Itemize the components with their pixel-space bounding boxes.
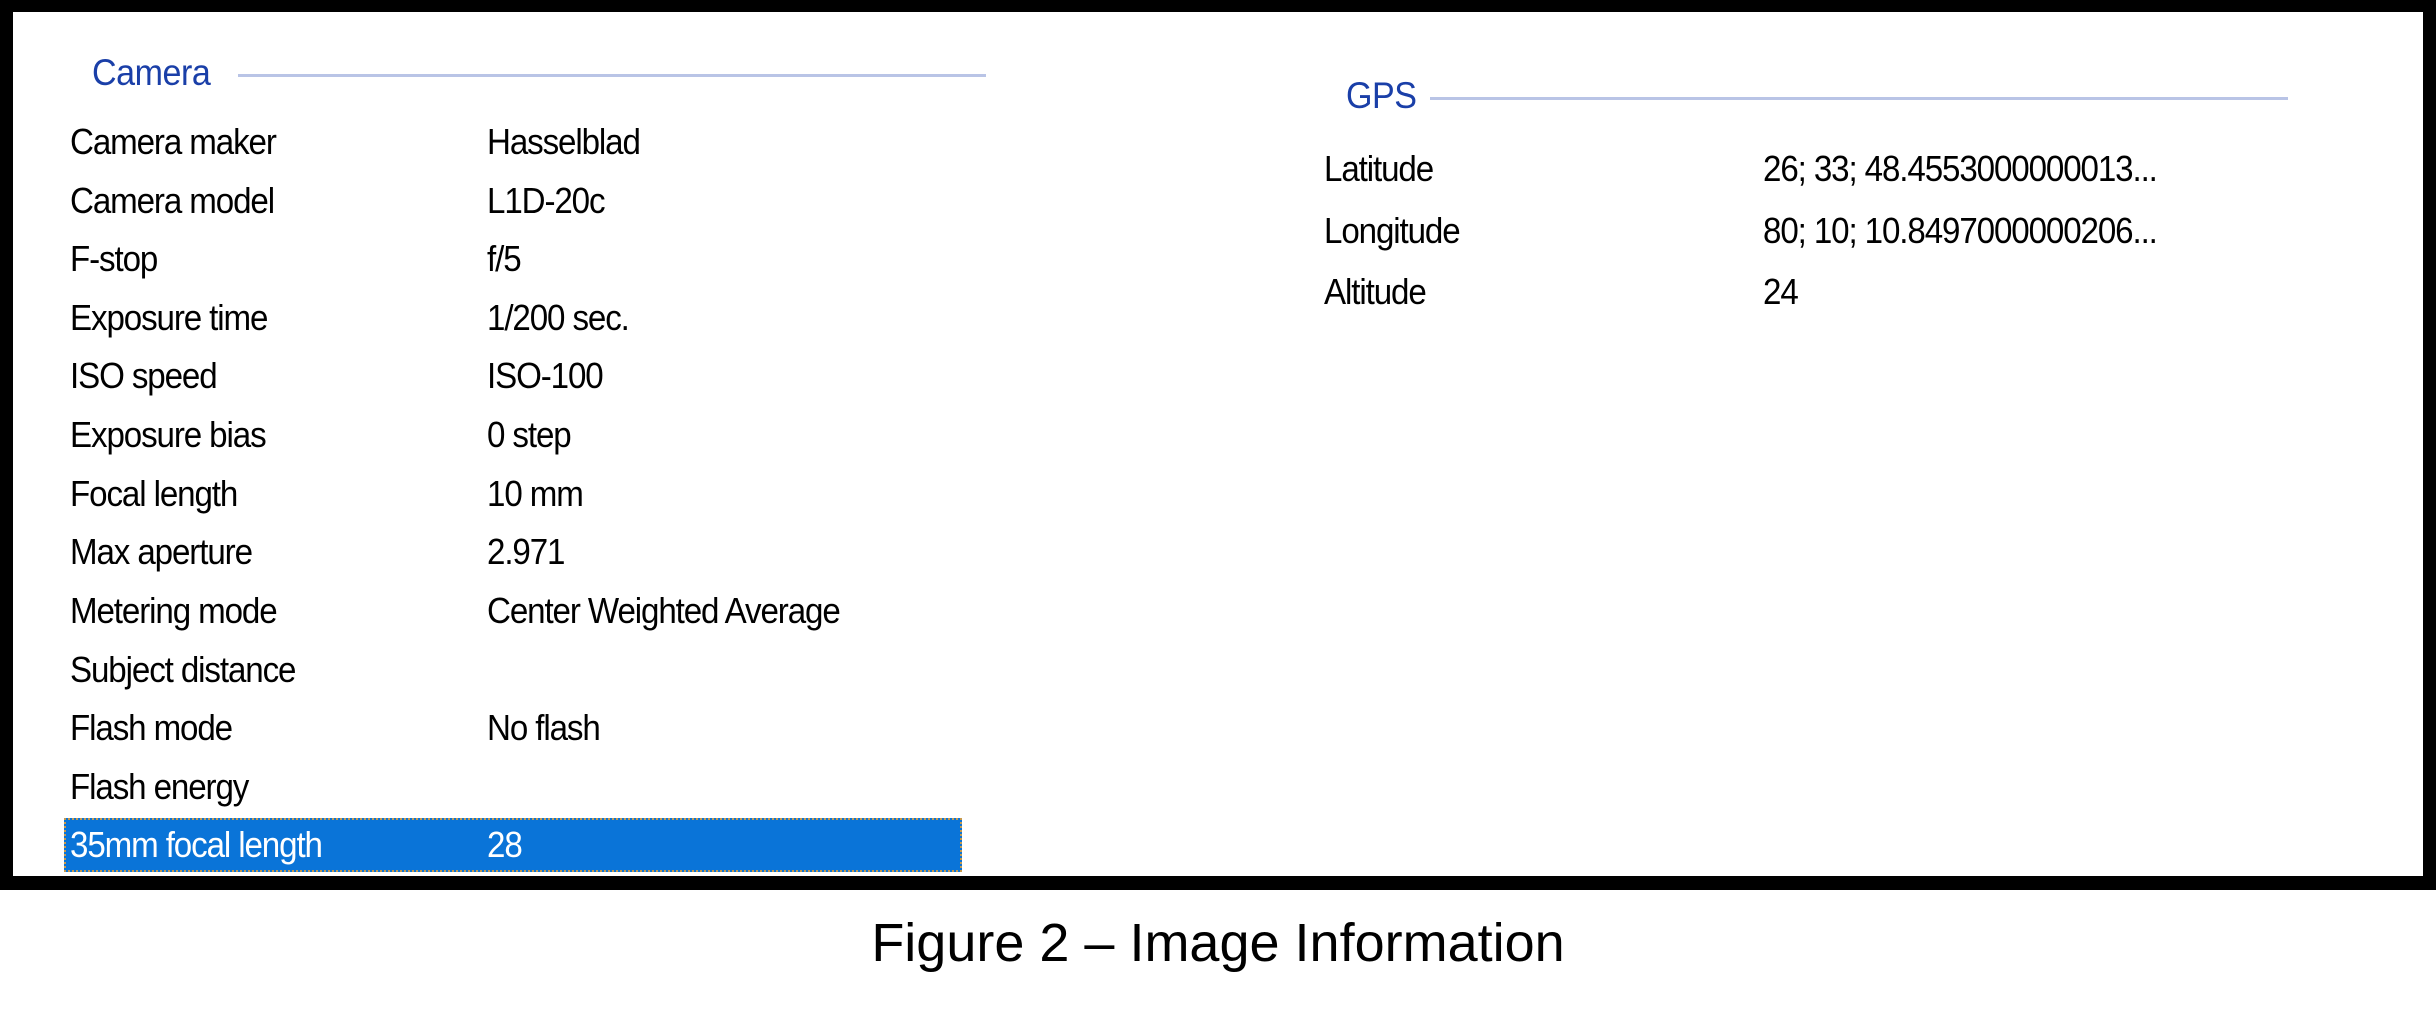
property-label: F-stop [70,238,158,279]
property-label: Metering mode [70,590,278,631]
gps-group-divider [1430,97,2288,100]
property-row-flash-energy[interactable]: Flash energy [64,760,962,814]
camera-group-title: Camera [92,52,211,93]
property-label: Altitude [1324,271,1427,312]
gps-group-title: GPS [1346,75,1417,116]
property-value: 80; 10; 10.8497000000206... [1763,210,2158,251]
camera-group-divider [238,74,986,77]
property-value: 10 mm [487,473,584,514]
property-value: 2.971 [487,531,565,572]
property-value: 28 [487,824,523,865]
property-value: 26; 33; 48.4553000000013... [1763,148,2158,189]
property-row-latitude[interactable]: Latitude 26; 33; 48.4553000000013... [1318,142,2318,196]
property-label: Camera maker [70,121,277,162]
property-label: Latitude [1324,148,1434,189]
property-value: f/5 [487,238,522,279]
property-row-focal-length[interactable]: Focal length 10 mm [64,467,962,521]
property-label: Max aperture [70,531,253,572]
property-label: Exposure bias [70,414,267,455]
property-row-subject-distance[interactable]: Subject distance [64,643,962,697]
property-row-max-aperture[interactable]: Max aperture 2.971 [64,525,962,579]
property-row-metering-mode[interactable]: Metering mode Center Weighted Average [64,584,962,638]
property-row-f-stop[interactable]: F-stop f/5 [64,232,962,286]
property-row-altitude[interactable]: Altitude 24 [1318,265,2318,319]
property-row-35mm-focal-length-selected[interactable]: 35mm focal length 28 [64,818,962,872]
property-row-exposure-time[interactable]: Exposure time 1/200 sec. [64,291,962,345]
property-label: Flash energy [70,766,249,807]
property-label: Exposure time [70,297,268,338]
property-label: Camera model [70,180,275,221]
property-label: Longitude [1324,210,1461,251]
property-value: 1/200 sec. [487,297,630,338]
property-row-flash-mode[interactable]: Flash mode No flash [64,701,962,755]
property-value: 0 step [487,414,572,455]
property-row-camera-model[interactable]: Camera model L1D-20c [64,174,962,228]
property-value: No flash [487,707,601,748]
property-row-camera-maker[interactable]: Camera maker Hasselblad [64,115,962,169]
figure-caption: Figure 2 – Image Information [871,913,1565,973]
property-value: Hasselblad [487,121,641,162]
property-value: L1D-20c [487,180,606,221]
property-row-exposure-bias[interactable]: Exposure bias 0 step [64,408,962,462]
property-label: Flash mode [70,707,233,748]
property-label: Focal length [70,473,238,514]
property-label: ISO speed [70,355,218,396]
property-row-iso-speed[interactable]: ISO speed ISO-100 [64,349,962,403]
property-value: ISO-100 [487,355,604,396]
property-label: Subject distance [70,649,296,690]
property-value: 24 [1763,271,1799,312]
property-row-longitude[interactable]: Longitude 80; 10; 10.8497000000206... [1318,204,2318,258]
property-label: 35mm focal length [70,824,323,865]
property-value: Center Weighted Average [487,590,841,631]
